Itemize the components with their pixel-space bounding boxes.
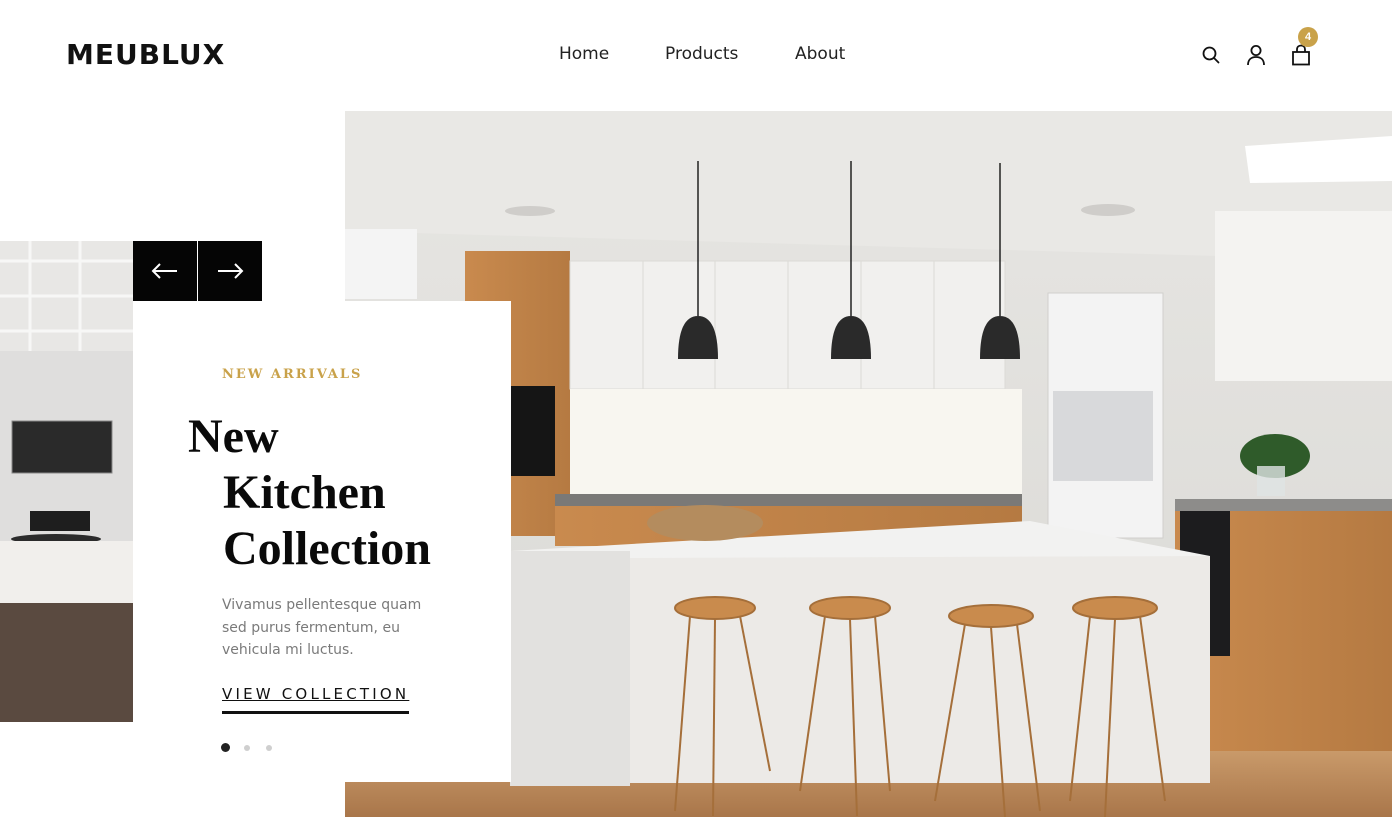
next-slide-button[interactable] — [198, 241, 262, 301]
slide-dot-3[interactable] — [266, 744, 272, 751]
nav-home[interactable]: Home — [559, 44, 609, 64]
account-button[interactable] — [1243, 42, 1269, 68]
arrow-left-icon — [151, 263, 177, 279]
prev-slide-button[interactable] — [133, 241, 197, 301]
hero-title-line-3: Collection — [223, 522, 431, 575]
nav-products[interactable]: Products — [665, 44, 738, 64]
hero-description: Vivamus pellentesque quam sed purus ferm… — [222, 597, 422, 658]
search-icon — [1202, 46, 1220, 64]
slider-pagination — [221, 743, 288, 752]
cart-count-badge: 4 — [1298, 27, 1318, 47]
hero-title-line-2: Kitchen — [223, 466, 386, 519]
previous-slide-image — [0, 241, 133, 722]
main-nav: Home Products About — [0, 44, 1392, 68]
user-icon — [1247, 45, 1265, 66]
search-button[interactable] — [1198, 42, 1224, 68]
hero-title-line-1: New — [188, 410, 279, 463]
nav-about[interactable]: About — [795, 44, 845, 64]
hero-content-card: NEW ARRIVALS New Kitchen Collection Viva… — [133, 301, 511, 782]
slide-dot-2[interactable] — [244, 744, 250, 751]
hero-eyebrow: NEW ARRIVALS — [222, 367, 363, 382]
view-collection-link[interactable]: VIEW COLLECTION — [222, 685, 410, 714]
slide-dot-1[interactable] — [221, 743, 230, 752]
cart-icon — [1292, 44, 1310, 66]
hero-title: New Kitchen Collection — [188, 409, 431, 577]
arrow-right-icon — [218, 263, 244, 279]
